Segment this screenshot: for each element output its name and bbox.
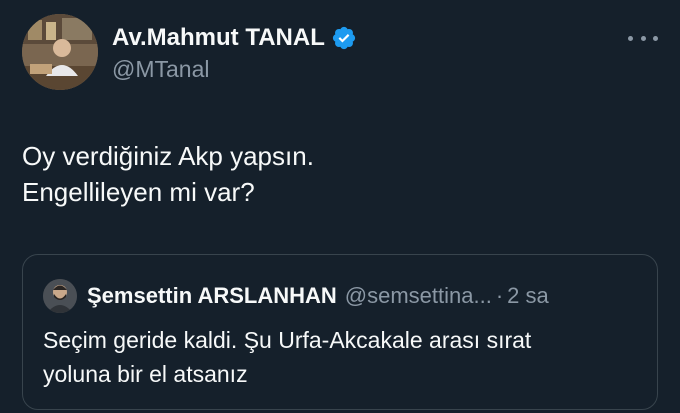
tweet-text: Oy verdiğiniz Akp yapsın. Engellileyen m… [22,138,652,210]
author-display-name[interactable]: Av.Mahmut TANAL [112,24,325,52]
profile-photo-icon [22,14,98,90]
author-name-row: Av.Mahmut TANAL [112,22,357,54]
quoted-tweet-text: Seçim geride kaldi. Şu Urfa-Akcakale ara… [43,323,643,391]
separator-dot: · [495,283,504,308]
verified-badge-icon[interactable] [331,25,357,51]
tweet-text-line: Oy verdiğiniz Akp yapsın. [22,141,314,171]
quoted-tweet[interactable]: Şemsettin ARSLANHAN @semsettina... · 2 s… [22,254,658,410]
more-dot [628,35,633,41]
quoted-text-line: Seçim geride kaldi. Şu Urfa-Akcakale ara… [43,327,532,353]
quoted-timestamp[interactable]: 2 sa [507,283,549,309]
quoted-header: Şemsettin ARSLANHAN @semsettina... · 2 s… [87,283,549,309]
quoted-author-avatar[interactable] [43,279,77,313]
more-options-icon[interactable] [628,28,658,48]
quoted-profile-photo-icon [43,279,77,313]
more-dot [653,35,658,41]
author-handle[interactable]: @MTanal [112,56,210,83]
tweet-text-line: Engellileyen mi var? [22,177,255,207]
quoted-handle[interactable]: @semsettina... [345,283,492,309]
tweet-card: Av.Mahmut TANAL @MTanal Oy verdiğiniz Ak… [0,0,680,413]
author-avatar[interactable] [22,14,98,90]
more-dot [640,35,646,41]
quoted-display-name[interactable]: Şemsettin ARSLANHAN [87,283,337,309]
quoted-text-line: yoluna bir el atsanız [43,361,248,387]
